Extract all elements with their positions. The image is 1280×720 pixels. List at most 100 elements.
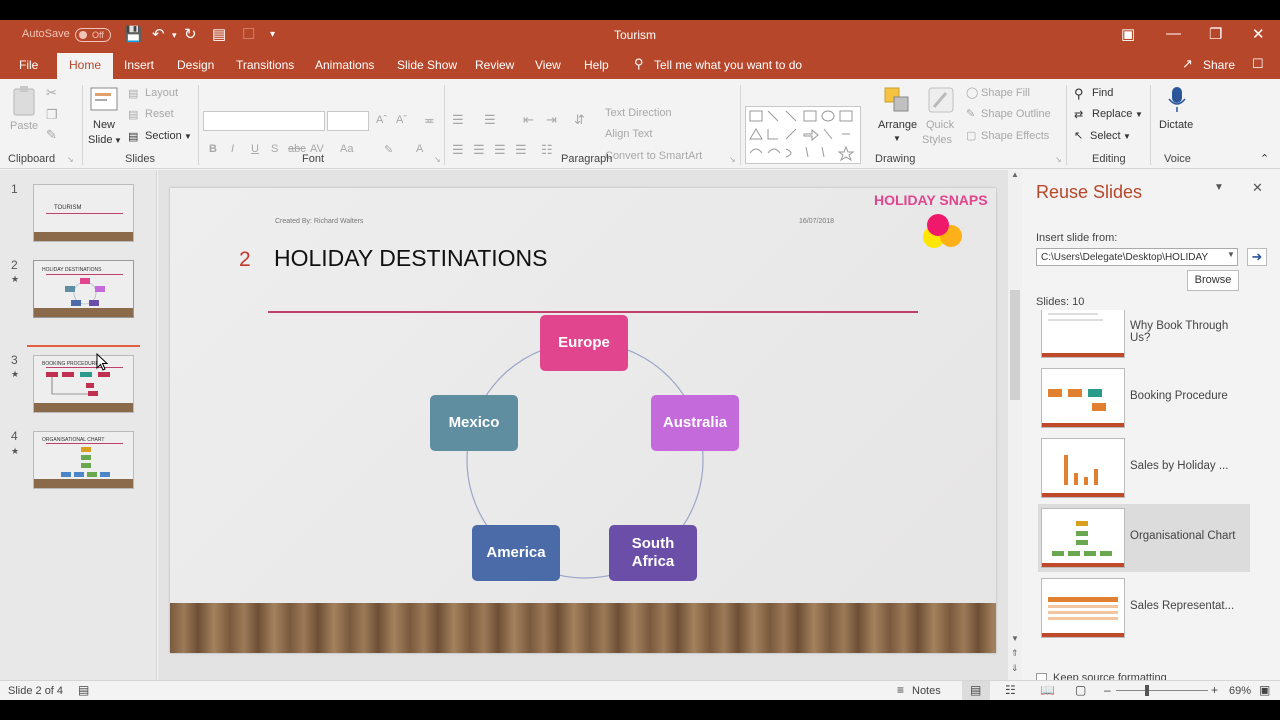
scroll-up-icon[interactable]: ▲: [1011, 170, 1019, 179]
copy-icon[interactable]: ❐: [46, 107, 58, 123]
tab-file[interactable]: File: [19, 58, 38, 72]
slide-show-icon[interactable]: ▢: [1075, 683, 1086, 697]
paste-icon[interactable]: [10, 85, 40, 119]
minimize-icon[interactable]: —: [1166, 25, 1181, 42]
undo-dropdown-icon[interactable]: ▾: [172, 30, 177, 41]
normal-view-icon[interactable]: ▤: [970, 683, 981, 697]
reuse-slide-item[interactable]: Booking Procedure: [1038, 366, 1250, 430]
node-america[interactable]: America: [472, 525, 560, 581]
align-center-icon[interactable]: ☰: [473, 142, 485, 158]
fit-to-window-icon[interactable]: ▣: [1259, 683, 1270, 697]
undo-icon[interactable]: ↶: [152, 25, 165, 43]
shape-outline-button[interactable]: Shape Outline: [981, 108, 1051, 120]
decrease-indent-icon[interactable]: ⇤: [523, 112, 534, 128]
node-south-africa[interactable]: South Africa: [609, 525, 697, 581]
tab-view[interactable]: View: [535, 58, 561, 72]
pane-options-icon[interactable]: ▼: [1214, 182, 1224, 193]
replace-button[interactable]: Replace: [1092, 108, 1132, 120]
microphone-icon[interactable]: [1166, 85, 1188, 115]
quick-styles-icon[interactable]: [926, 85, 956, 115]
align-text-button[interactable]: Align Text: [605, 128, 653, 140]
decrease-font-icon[interactable]: Aˇ: [396, 114, 407, 126]
bullets-icon[interactable]: ☰: [452, 112, 464, 128]
arrange-dropdown-icon[interactable]: ▼: [893, 134, 901, 143]
section-button[interactable]: Section: [145, 130, 182, 142]
arrange-label[interactable]: Arrange: [878, 119, 917, 131]
shape-effects-button[interactable]: Shape Effects: [981, 130, 1049, 142]
change-case-button[interactable]: Aa: [340, 143, 353, 155]
editor-scrollbar[interactable]: ▲ ▼ ⇑ ⇓: [1008, 170, 1022, 680]
text-direction-button[interactable]: Text Direction: [605, 107, 672, 119]
autosave-toggle[interactable]: Off: [75, 28, 111, 42]
line-spacing-icon[interactable]: ⇵: [574, 112, 585, 128]
zoom-slider-track[interactable]: [1116, 690, 1208, 691]
node-mexico[interactable]: Mexico: [430, 395, 518, 451]
replace-dropdown-icon[interactable]: ▼: [1135, 110, 1143, 119]
bold-button[interactable]: B: [209, 143, 217, 155]
path-dropdown-icon[interactable]: ▼: [1227, 250, 1235, 259]
insert-from-path-input[interactable]: [1036, 248, 1238, 266]
node-europe[interactable]: Europe: [540, 315, 628, 371]
go-arrow-icon[interactable]: ➜: [1247, 248, 1267, 266]
font-launcher-icon[interactable]: ↘: [434, 155, 441, 164]
tell-me-search[interactable]: Tell me what you want to do: [654, 58, 802, 72]
paragraph-launcher-icon[interactable]: ↘: [729, 155, 736, 164]
comments-icon[interactable]: ☐: [1252, 56, 1264, 72]
thumbnail-slide-1[interactable]: TOURISM: [33, 184, 134, 242]
scroll-thumb[interactable]: [1010, 290, 1020, 400]
close-icon[interactable]: ✕: [1252, 25, 1265, 43]
tab-review[interactable]: Review: [475, 58, 514, 72]
format-painter-icon[interactable]: ✎: [46, 127, 57, 143]
quick-styles-label-1[interactable]: Quick: [926, 119, 954, 131]
shapes-gallery[interactable]: [745, 106, 861, 164]
thumbnail-slide-3[interactable]: BOOKING PROCEDURE: [33, 355, 134, 413]
clear-formatting-icon[interactable]: ≖: [424, 113, 435, 129]
font-size-select[interactable]: [327, 111, 369, 131]
slide-sorter-icon[interactable]: ☷: [1005, 683, 1016, 697]
zoom-in-icon[interactable]: +: [1211, 683, 1218, 697]
font-color-button[interactable]: A: [416, 143, 423, 155]
pane-close-icon[interactable]: ✕: [1252, 180, 1263, 196]
numbering-icon[interactable]: ☰: [484, 112, 496, 128]
thumbnail-slide-4[interactable]: ORGANISATIONAL CHART: [33, 431, 134, 489]
tab-design[interactable]: Design: [177, 58, 214, 72]
select-dropdown-icon[interactable]: ▼: [1123, 132, 1131, 141]
scroll-down-icon[interactable]: ▼: [1011, 634, 1019, 643]
zoom-level[interactable]: 69%: [1229, 685, 1251, 697]
highlight-icon[interactable]: ✎: [384, 143, 393, 156]
new-slide-dropdown-icon[interactable]: ▼: [114, 136, 122, 145]
redo-icon[interactable]: ↻: [184, 25, 197, 43]
new-slide-icon[interactable]: [88, 83, 120, 115]
convert-smartart-button[interactable]: Convert to SmartArt: [605, 150, 702, 162]
maximize-icon[interactable]: ❐: [1209, 25, 1222, 43]
underline-button[interactable]: U: [251, 143, 259, 155]
spelling-icon[interactable]: ▤: [78, 683, 89, 697]
tab-transitions[interactable]: Transitions: [236, 58, 294, 72]
zoom-out-icon[interactable]: –: [1104, 683, 1111, 697]
quick-styles-label-2[interactable]: Styles: [922, 134, 952, 146]
arrange-icon[interactable]: [882, 85, 912, 115]
justify-icon[interactable]: ☰: [515, 142, 527, 158]
save-icon[interactable]: 💾: [124, 25, 143, 43]
tab-home[interactable]: Home: [57, 53, 114, 79]
select-button[interactable]: Select: [1090, 130, 1121, 142]
tab-insert[interactable]: Insert: [124, 58, 154, 72]
customize-qat-icon[interactable]: ▾: [270, 29, 275, 40]
share-button[interactable]: Share: [1203, 58, 1235, 72]
notes-button[interactable]: Notes: [912, 685, 941, 697]
previous-slide-icon[interactable]: ⇑: [1011, 648, 1019, 659]
columns-icon[interactable]: ☷: [541, 142, 553, 158]
layout-button[interactable]: Layout: [145, 87, 178, 99]
reuse-slide-item-selected[interactable]: Organisational Chart: [1038, 506, 1250, 570]
node-australia[interactable]: Australia: [651, 395, 739, 451]
reuse-slide-item[interactable]: Sales Representat...: [1038, 576, 1250, 640]
tab-help[interactable]: Help: [584, 58, 609, 72]
browse-button[interactable]: Browse: [1187, 270, 1239, 291]
tab-animations[interactable]: Animations: [315, 58, 374, 72]
collapse-ribbon-icon[interactable]: ⌃: [1260, 152, 1269, 165]
present-icon[interactable]: ▤: [212, 25, 226, 43]
shadow-button[interactable]: S: [271, 143, 278, 155]
reuse-slide-item[interactable]: Why Book Through Us?: [1038, 310, 1250, 360]
slide-canvas[interactable]: Created By: Richard Walters 16/07/2018 H…: [170, 188, 996, 653]
align-right-icon[interactable]: ☰: [494, 142, 506, 158]
